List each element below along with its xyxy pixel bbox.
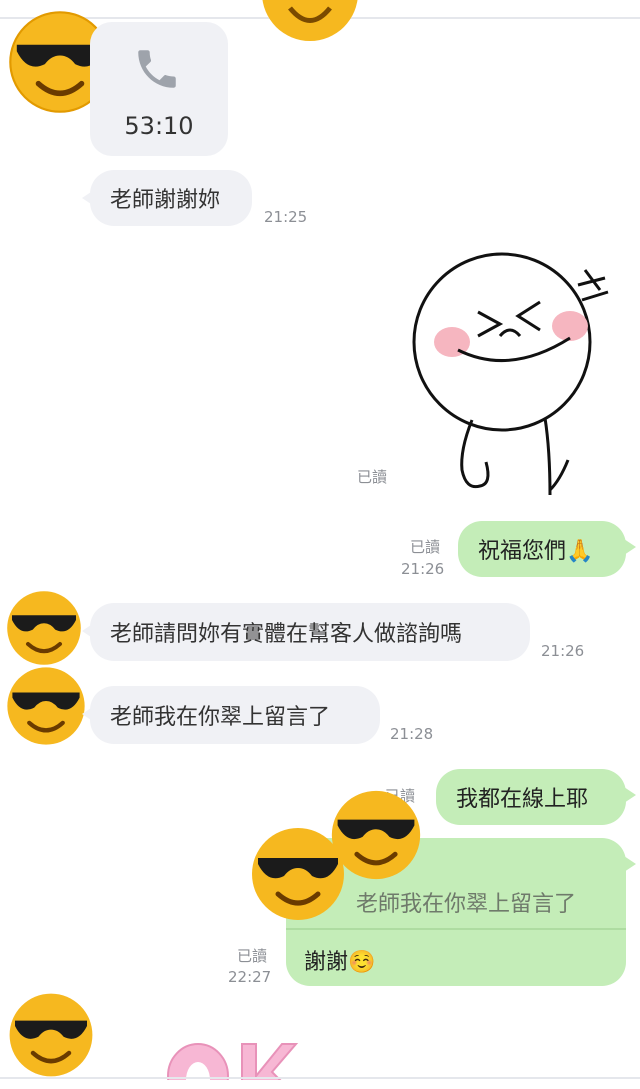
message-text: 我都在線上耶 [456, 787, 589, 812]
sunglasses-emoji-overlay [331, 790, 421, 880]
message-bubble-outgoing[interactable]: 我都在線上耶 [436, 769, 636, 825]
reply-bubble-tail [624, 856, 636, 872]
message-text: 老師謝謝妳 [110, 188, 221, 213]
sunglasses-emoji-avatar[interactable] [4, 588, 84, 668]
sunglasses-emoji-avatar[interactable] [6, 990, 96, 1080]
bottom-divider [0, 1077, 640, 1079]
sunglasses-emoji-top [262, 0, 358, 41]
message-text: 謝謝☺️ [304, 950, 376, 975]
message-time: 22:27 [228, 968, 272, 986]
call-bubble[interactable]: 53:10 [90, 22, 228, 156]
phone-icon [138, 50, 176, 88]
quoted-message: 老師我在你翠上留言了 [356, 892, 577, 917]
message-time: 21:25 [264, 208, 308, 226]
message-bubble-incoming[interactable]: 老師請問妳有實體在幫客人做諮詢嗎 [82, 603, 530, 661]
message-bubble-outgoing[interactable]: 祝福您們🙏 [458, 521, 636, 577]
read-receipt: 已讀 [237, 947, 268, 965]
message-bubble-incoming[interactable]: 老師謝謝妳 [82, 170, 252, 226]
message-time: 21:26 [401, 560, 445, 578]
sticker-laughing[interactable] [400, 250, 630, 510]
message-time: 21:26 [541, 642, 585, 660]
call-duration: 53:10 [124, 112, 194, 140]
reply-divider [286, 928, 626, 930]
sunglasses-emoji-avatar[interactable] [4, 664, 88, 748]
sticker-ok[interactable] [160, 1036, 300, 1080]
message-time: 21:28 [390, 725, 434, 743]
read-receipt: 已讀 [357, 468, 388, 486]
message-text: 老師請問妳有實體在幫客人做諮詢嗎 [110, 622, 463, 647]
message-bubble-incoming[interactable]: 老師我在你翠上留言了 [82, 686, 380, 744]
message-text: 祝福您們🙏 [478, 539, 594, 564]
read-receipt: 已讀 [410, 538, 441, 556]
message-text: 老師我在你翠上留言了 [110, 705, 331, 730]
